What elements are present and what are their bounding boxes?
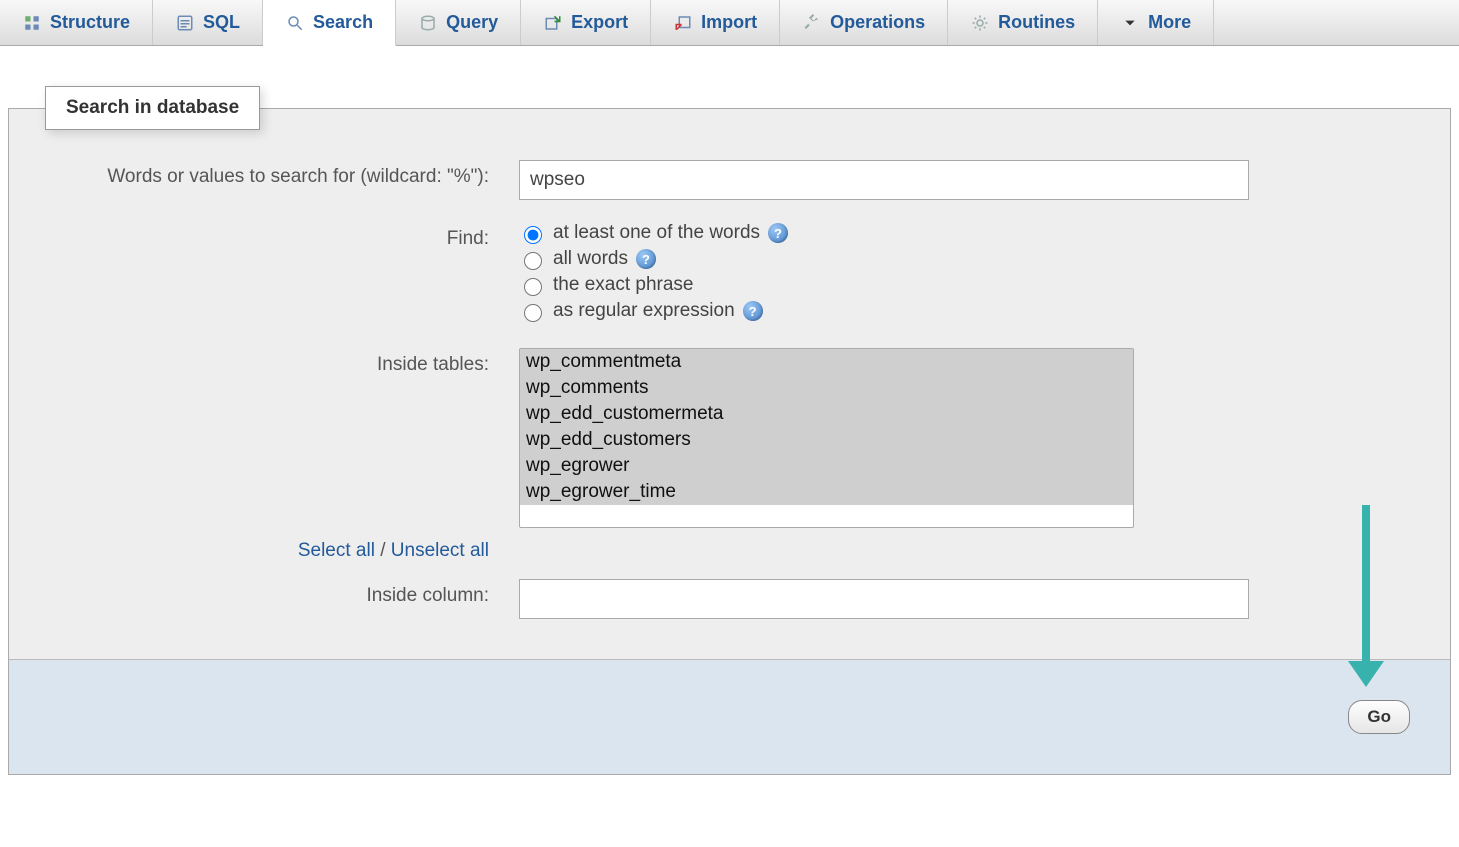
import-icon	[673, 13, 693, 33]
radio-label: at least one of the words	[553, 222, 760, 244]
radio-all-words[interactable]	[524, 252, 542, 270]
export-icon	[543, 13, 563, 33]
tab-label: Operations	[830, 12, 925, 33]
table-option[interactable]: wp_comments	[520, 375, 1133, 401]
tab-label: Search	[313, 12, 373, 33]
radio-regex[interactable]	[524, 304, 542, 322]
structure-icon	[22, 13, 42, 33]
form-body: Words or values to search for (wildcard:…	[9, 130, 1450, 659]
panel-wrap: Search in database Words or values to se…	[0, 46, 1459, 775]
tab-label: Routines	[998, 12, 1075, 33]
tab-structure[interactable]: Structure	[0, 0, 153, 45]
go-button[interactable]: Go	[1348, 700, 1410, 734]
unselect-all-link[interactable]: Unselect all	[391, 540, 489, 561]
operations-icon	[802, 13, 822, 33]
tab-operations[interactable]: Operations	[780, 0, 948, 45]
row-words: Words or values to search for (wildcard:…	[49, 160, 1410, 200]
radio-label: as regular expression	[553, 300, 735, 322]
row-find: Find: at least one of the words ? all wo…	[49, 222, 1410, 326]
row-select-links: Select all / Unselect all	[49, 534, 1410, 565]
tab-sql[interactable]: SQL	[153, 0, 263, 45]
find-option-exact[interactable]: the exact phrase	[519, 274, 1249, 296]
chevron-down-icon	[1120, 13, 1140, 33]
label-find: Find:	[49, 222, 519, 253]
find-option-one-word[interactable]: at least one of the words ?	[519, 222, 1249, 244]
tab-label: Export	[571, 12, 628, 33]
tab-search[interactable]: Search	[263, 0, 396, 46]
label-inside-tables: Inside tables:	[49, 348, 519, 379]
top-tabs: Structure SQL Search Query Export Import	[0, 0, 1459, 46]
label-inside-column: Inside column:	[49, 579, 519, 610]
panel-legend: Search in database	[45, 86, 260, 130]
find-option-regex[interactable]: as regular expression ?	[519, 300, 1249, 322]
tab-label: SQL	[203, 12, 240, 33]
tab-label: Import	[701, 12, 757, 33]
tab-label: Structure	[50, 12, 130, 33]
radio-label: all words	[553, 248, 628, 270]
table-option[interactable]: wp_egrower	[520, 453, 1133, 479]
tab-more[interactable]: More	[1098, 0, 1214, 45]
tab-query[interactable]: Query	[396, 0, 521, 45]
help-icon[interactable]: ?	[636, 249, 656, 269]
search-panel: Search in database Words or values to se…	[8, 86, 1451, 775]
tables-select[interactable]: wp_commentmeta wp_comments wp_edd_custom…	[519, 348, 1134, 528]
search-input[interactable]	[519, 160, 1249, 200]
table-option[interactable]: wp_edd_customermeta	[520, 401, 1133, 427]
help-icon[interactable]: ?	[768, 223, 788, 243]
select-links: Select all / Unselect all	[49, 534, 519, 565]
label-words: Words or values to search for (wildcard:…	[49, 160, 519, 191]
inside-column-input[interactable]	[519, 579, 1249, 619]
radio-one-word[interactable]	[524, 226, 542, 244]
find-option-all-words[interactable]: all words ?	[519, 248, 1249, 270]
tab-label: Query	[446, 12, 498, 33]
tab-routines[interactable]: Routines	[948, 0, 1098, 45]
radio-label: the exact phrase	[553, 274, 693, 296]
select-all-link[interactable]: Select all	[298, 540, 375, 561]
routines-icon	[970, 13, 990, 33]
annotation-arrow	[1362, 505, 1370, 665]
row-inside-column: Inside column:	[49, 579, 1410, 619]
row-tables: Inside tables: wp_commentmeta wp_comment…	[49, 348, 1410, 528]
links-separator: /	[375, 540, 386, 561]
tab-import[interactable]: Import	[651, 0, 780, 45]
radio-exact[interactable]	[524, 278, 542, 296]
table-option[interactable]: wp_egrower_time	[520, 479, 1133, 505]
tab-export[interactable]: Export	[521, 0, 651, 45]
sql-icon	[175, 13, 195, 33]
tab-label: More	[1148, 12, 1191, 33]
search-icon	[285, 13, 305, 33]
table-option[interactable]: wp_edd_customers	[520, 427, 1133, 453]
actions-bar: Go	[9, 659, 1450, 774]
query-icon	[418, 13, 438, 33]
help-icon[interactable]: ?	[743, 301, 763, 321]
table-option[interactable]: wp_commentmeta	[520, 349, 1133, 375]
